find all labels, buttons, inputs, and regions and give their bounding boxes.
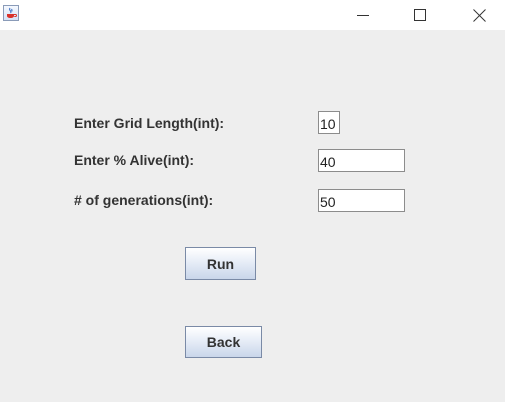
generations-input[interactable] — [318, 189, 405, 212]
title-bar[interactable] — [0, 0, 505, 30]
close-icon — [472, 8, 486, 22]
grid-length-input[interactable] — [318, 111, 340, 134]
generations-label: # of generations(int): — [74, 192, 214, 208]
app-window: Enter Grid Length(int): Enter % Alive(in… — [0, 0, 505, 402]
minimize-icon — [357, 15, 369, 16]
run-button[interactable]: Run — [185, 247, 256, 280]
maximize-button[interactable] — [397, 0, 443, 30]
grid-length-label: Enter Grid Length(int): — [74, 115, 225, 131]
java-cup-icon[interactable] — [3, 5, 19, 21]
minimize-button[interactable] — [340, 0, 386, 30]
close-button[interactable] — [456, 0, 502, 30]
alive-percent-input[interactable] — [318, 149, 405, 172]
alive-percent-label: Enter % Alive(int): — [74, 152, 195, 168]
maximize-icon — [414, 9, 426, 21]
back-button[interactable]: Back — [185, 326, 262, 358]
